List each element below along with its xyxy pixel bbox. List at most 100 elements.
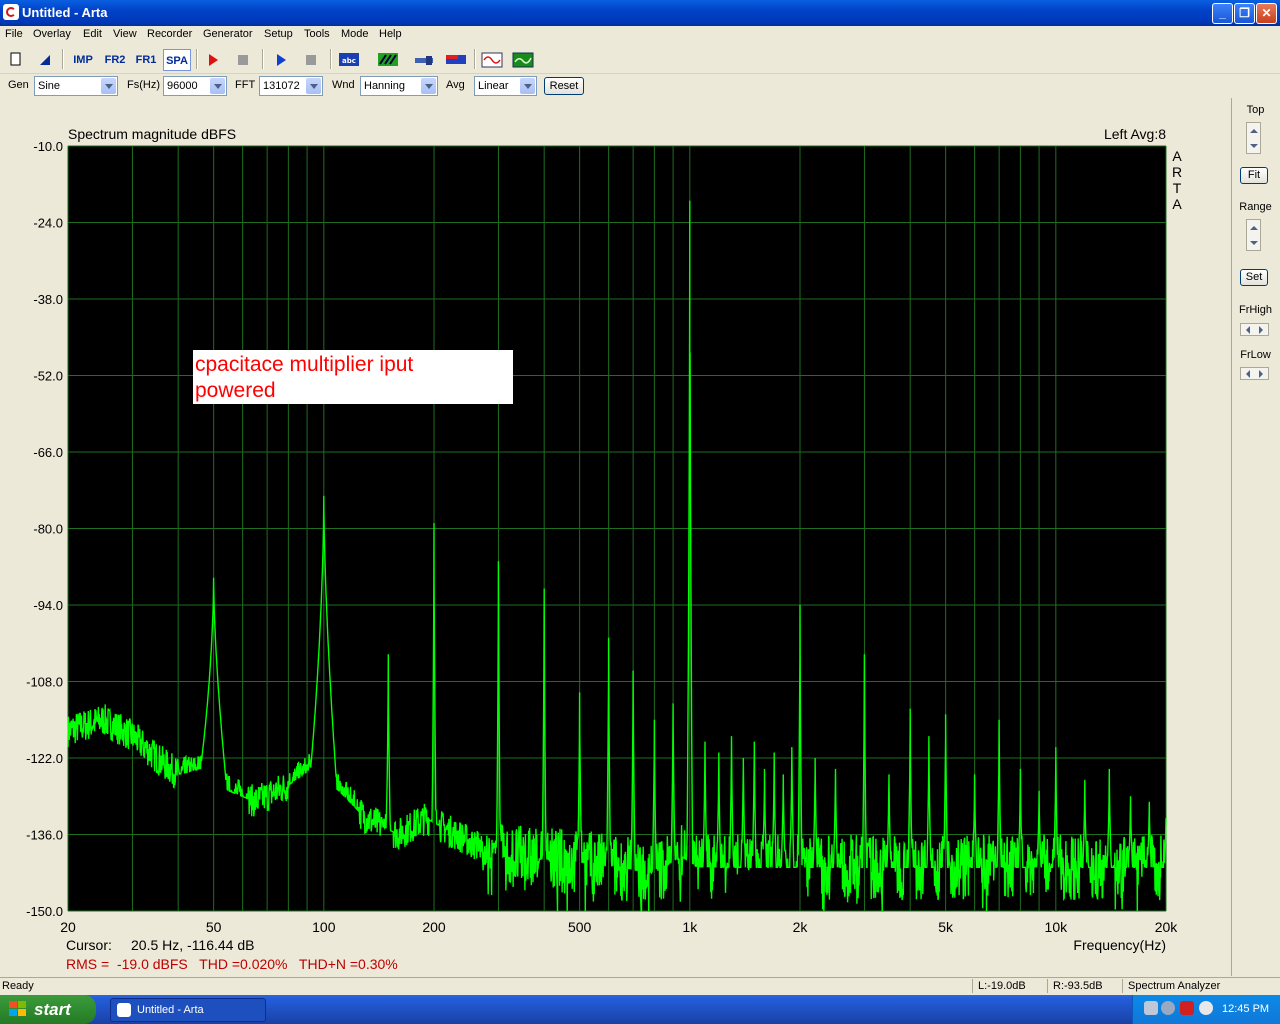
grid-icon[interactable] bbox=[376, 49, 400, 71]
record-icon[interactable] bbox=[202, 49, 224, 71]
wnd-select-value: Hanning bbox=[364, 80, 405, 92]
watermark-letter: A bbox=[1172, 196, 1182, 212]
menu-generator[interactable]: Generator bbox=[203, 28, 253, 40]
fr1-button[interactable]: FR1 bbox=[133, 49, 159, 71]
status-separator bbox=[1047, 979, 1048, 993]
y-tick-label: -10.0 bbox=[33, 139, 63, 154]
wnd-label: Wnd bbox=[332, 79, 355, 91]
set-button[interactable]: Set bbox=[1240, 269, 1268, 286]
fr2-button[interactable]: FR2 bbox=[102, 49, 128, 71]
network-icon[interactable] bbox=[1144, 1001, 1158, 1015]
y-tick-label: -94.0 bbox=[33, 598, 63, 613]
toolbar-separator bbox=[196, 49, 198, 69]
x-tick-label: 2k bbox=[793, 919, 809, 935]
cursor-label: Cursor: bbox=[66, 937, 112, 953]
measurement-readout: RMS = -19.0 dBFS THD =0.020% THD+N =0.30… bbox=[66, 956, 398, 972]
scope-icon[interactable] bbox=[511, 49, 535, 71]
y-tick-label: -108.0 bbox=[26, 675, 63, 690]
new-icon[interactable] bbox=[5, 49, 27, 71]
avg-label: Avg bbox=[446, 79, 465, 91]
imp-button[interactable]: IMP bbox=[70, 49, 96, 71]
y-tick-label: -38.0 bbox=[33, 292, 63, 307]
watermark-letter: R bbox=[1172, 164, 1182, 180]
frlow-spinner[interactable] bbox=[1240, 367, 1269, 380]
open-icon[interactable] bbox=[34, 49, 56, 71]
spectrum-chart[interactable]: -10.0 -24.0 -38.0 -52.0 -66.0 -80.0 -94.0 -108.… bbox=[0, 98, 1230, 976]
y-tick-label: -150.0 bbox=[26, 904, 63, 919]
volume-icon[interactable] bbox=[1161, 1001, 1175, 1015]
stop-icon[interactable] bbox=[232, 49, 254, 71]
cursor-readout: 20.5 Hz, -116.44 dB bbox=[131, 937, 254, 953]
chevron-down-icon[interactable] bbox=[421, 78, 436, 94]
arta-watermark: ARTA bbox=[1172, 148, 1182, 212]
security-shield-icon[interactable] bbox=[1180, 1001, 1194, 1015]
y-tick-label: -80.0 bbox=[33, 522, 63, 537]
menu-overlay[interactable]: Overlay bbox=[33, 28, 71, 40]
fft-select[interactable]: 131072 bbox=[259, 76, 323, 96]
frhigh-label: FrHigh bbox=[1238, 304, 1272, 316]
range-spinner[interactable] bbox=[1246, 219, 1261, 251]
x-tick-label: 1k bbox=[682, 919, 698, 935]
avg-select[interactable]: Linear bbox=[474, 76, 537, 96]
chevron-down-icon[interactable] bbox=[520, 78, 535, 94]
title-bar[interactable] bbox=[0, 0, 1280, 26]
spa-button[interactable]: SPA bbox=[163, 49, 191, 71]
x-axis-label: Frequency(Hz) bbox=[1073, 937, 1166, 953]
annotation-line-1: cpacitace multiplier iput bbox=[195, 353, 413, 376]
frhigh-spinner[interactable] bbox=[1240, 323, 1269, 336]
channel-info: Left Avg:8 bbox=[1104, 126, 1166, 142]
windows-logo-icon bbox=[9, 1001, 26, 1016]
arta-app-icon bbox=[117, 1003, 131, 1017]
status-mode: Spectrum Analyzer bbox=[1128, 980, 1221, 992]
menu-tools[interactable]: Tools bbox=[304, 28, 330, 40]
play-icon[interactable] bbox=[270, 49, 292, 71]
fft-select-value: 131072 bbox=[263, 80, 300, 92]
top-spinner[interactable] bbox=[1246, 122, 1261, 154]
abc-icon[interactable]: abc bbox=[337, 49, 361, 71]
menu-edit[interactable]: Edit bbox=[83, 28, 102, 40]
annotation-line-2: powered bbox=[195, 379, 276, 402]
y-tick-label: -66.0 bbox=[33, 445, 63, 460]
level-icon[interactable] bbox=[444, 49, 468, 71]
x-tick-label: 50 bbox=[206, 919, 222, 935]
toolbar-separator bbox=[474, 49, 476, 69]
menu-setup[interactable]: Setup bbox=[264, 28, 293, 40]
gen-select[interactable]: Sine bbox=[34, 76, 118, 96]
menu-file[interactable]: File bbox=[5, 28, 23, 40]
status-ready: Ready bbox=[2, 980, 34, 992]
top-label: Top bbox=[1246, 104, 1265, 116]
menu-mode[interactable]: Mode bbox=[341, 28, 369, 40]
fit-button[interactable]: Fit bbox=[1240, 167, 1268, 184]
antivirus-icon[interactable] bbox=[1199, 1001, 1213, 1015]
x-tick-label: 200 bbox=[422, 919, 446, 935]
y-tick-label: -52.0 bbox=[33, 369, 63, 384]
fs-select[interactable]: 96000 bbox=[163, 76, 227, 96]
gen-select-value: Sine bbox=[38, 80, 61, 92]
x-tick-labels: 20 50 100 200 500 1k 2k 5k 10k 20k bbox=[60, 919, 1178, 935]
close-button[interactable]: ✕ bbox=[1256, 3, 1277, 24]
reset-button[interactable]: Reset bbox=[544, 77, 584, 95]
taskbar-window-button[interactable]: Untitled - Arta bbox=[110, 998, 266, 1022]
gen-label: Gen bbox=[8, 79, 29, 91]
x-tick-label: 500 bbox=[568, 919, 592, 935]
chevron-down-icon[interactable] bbox=[306, 78, 321, 94]
y-tick-labels: -10.0 -24.0 -38.0 -52.0 -66.0 -80.0 -94.0 -108.… bbox=[26, 139, 63, 919]
wnd-select[interactable]: Hanning bbox=[360, 76, 438, 96]
restore-button[interactable]: ❐ bbox=[1234, 3, 1255, 24]
frlow-label: FrLow bbox=[1240, 349, 1271, 361]
taskbar-clock: 12:45 PM bbox=[1222, 1003, 1270, 1015]
toolbar-separator bbox=[330, 49, 332, 69]
chevron-down-icon[interactable] bbox=[210, 78, 225, 94]
stop2-icon[interactable] bbox=[300, 49, 322, 71]
menu-help[interactable]: Help bbox=[379, 28, 402, 40]
probe-icon[interactable] bbox=[412, 49, 436, 71]
toolbar bbox=[0, 46, 1280, 74]
wave-icon[interactable] bbox=[480, 49, 504, 71]
fft-label: FFT bbox=[235, 79, 256, 91]
minimize-button[interactable]: _ bbox=[1212, 3, 1233, 24]
menu-recorder[interactable]: Recorder bbox=[147, 28, 192, 40]
chevron-down-icon[interactable] bbox=[101, 78, 116, 94]
arta-app-icon bbox=[3, 4, 19, 20]
x-tick-label: 100 bbox=[312, 919, 336, 935]
menu-view[interactable]: View bbox=[113, 28, 137, 40]
